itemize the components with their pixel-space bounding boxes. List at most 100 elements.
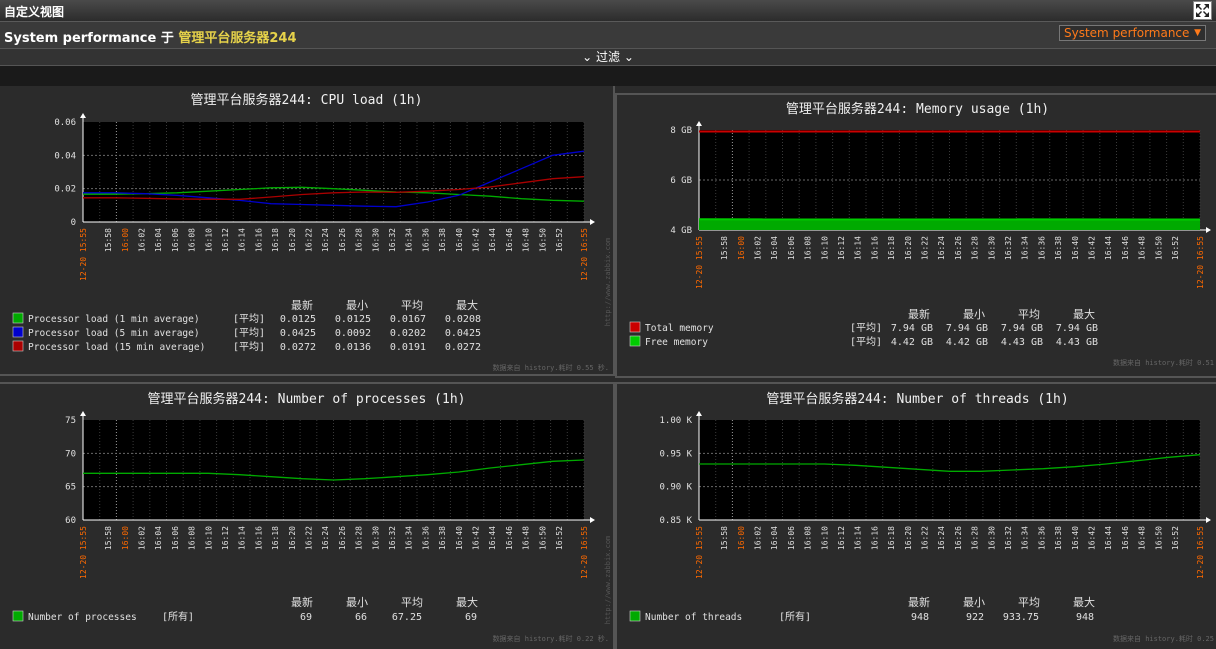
legend-stat-value: 7.94 GB — [1056, 323, 1098, 334]
x-tick-label: 16:14 — [238, 228, 247, 252]
legend-header: 平均 — [401, 299, 423, 312]
x-tick-label: 16:24 — [937, 526, 946, 550]
x-tick-label: 16:14 — [238, 526, 247, 550]
filter-toggle[interactable]: ⌄ 过滤 ⌄ — [0, 49, 1216, 66]
x-tick-label: 16:48 — [522, 228, 531, 252]
graph-number-of-threads: 管理平台服务器244: Number of threads (1h)1.00 K… — [615, 382, 1216, 649]
legend-series-name: Free memory — [645, 337, 708, 348]
legend-header: 最小 — [346, 299, 368, 312]
x-tick-label: 16:12 — [837, 526, 846, 550]
x-tick-label: 16:18 — [887, 236, 896, 260]
legend-stat-value: 4.42 GB — [946, 337, 988, 348]
x-tick-label: 16:08 — [804, 526, 813, 550]
x-tick-label: 16:46 — [505, 526, 514, 550]
x-tick-label: 16:24 — [321, 228, 330, 252]
x-tick-label: 16:34 — [1021, 236, 1030, 260]
y-tick-label: 70 — [65, 449, 76, 459]
y-axis-arrow — [80, 411, 86, 416]
x-tick-start: 12-20 15:55 — [695, 236, 704, 289]
legend-stat-value: 0.0202 — [390, 328, 426, 339]
graph-memory-usage: 管理平台服务器244: Memory usage (1h)8 GB6 GB4 G… — [615, 93, 1216, 378]
screen-select[interactable]: System performance ▼ — [1059, 25, 1206, 41]
graph-footer: 数据来自 history.耗时 0.51 — [1113, 358, 1214, 367]
legend-stat-value: 0.0125 — [280, 314, 316, 325]
x-tick-label: 16:36 — [1037, 236, 1046, 260]
x-tick-label: 16:02 — [137, 526, 146, 550]
x-tick-label: 16:50 — [538, 526, 547, 550]
legend-stat-value: 0.0191 — [390, 342, 426, 353]
x-tick-label: 16:22 — [920, 236, 929, 260]
legend-header: 最新 — [908, 595, 930, 609]
chart-svg: 管理平台服务器244: Number of threads (1h)1.00 K… — [617, 384, 1216, 649]
legend-stat-value: 0.0125 — [335, 314, 371, 325]
x-tick-label: 16:50 — [538, 228, 547, 252]
legend-header: 平均 — [1018, 308, 1040, 321]
legend-stat-value: 7.94 GB — [946, 323, 988, 334]
graph-cpu-load: 管理平台服务器244: CPU load (1h)0.060.040.02012… — [0, 86, 615, 376]
screen-name: System performance — [4, 31, 156, 46]
y-tick-label: 0.02 — [54, 185, 76, 195]
x-tick-label: 16:22 — [920, 526, 929, 550]
x-tick-label: 16:14 — [854, 236, 863, 260]
x-tick-label: 16:04 — [770, 526, 779, 550]
x-tick-label: 16:06 — [171, 526, 180, 550]
x-tick-label: 16:30 — [371, 228, 380, 252]
x-tick-label: 16:40 — [455, 228, 464, 252]
chevron-down-icon: ⌄ — [624, 50, 634, 64]
x-tick-label: 16:20 — [288, 228, 297, 252]
legend-header: 最大 — [456, 595, 478, 609]
x-tick-label: 16:46 — [505, 228, 514, 252]
x-tick-label: 16:52 — [555, 228, 564, 252]
legend-aggregate: [所有] — [779, 610, 811, 623]
x-tick-label: 16:28 — [355, 228, 364, 252]
x-tick-label: 16:22 — [304, 526, 313, 550]
x-tick-label: 16:18 — [271, 228, 280, 252]
legend-series-name: Number of processes — [28, 612, 137, 623]
x-tick-label: 16:12 — [221, 228, 230, 252]
legend-series-name: Number of threads — [645, 612, 742, 623]
x-tick-label: 16:48 — [522, 526, 531, 550]
x-tick-label: 16:32 — [1004, 526, 1013, 550]
chevron-down-icon: ▼ — [1194, 26, 1201, 40]
x-tick-label: 16:16 — [870, 526, 879, 550]
x-axis-arrow — [590, 517, 595, 523]
legend-stat-value: 0.0208 — [445, 314, 481, 325]
x-tick-label: 16:16 — [254, 526, 263, 550]
x-tick-label: 16:24 — [321, 526, 330, 550]
fullscreen-icon[interactable] — [1193, 1, 1212, 20]
x-tick-label: 16:34 — [1021, 526, 1030, 550]
legend-stat-value: 0.0425 — [280, 328, 316, 339]
x-tick-label: 16:26 — [338, 526, 347, 550]
legend-series-name: Processor load (5 min average) — [28, 328, 200, 339]
x-tick-label: 16:20 — [288, 526, 297, 550]
x-tick-label: 16:08 — [804, 236, 813, 260]
filter-label: 过滤 — [596, 50, 620, 64]
x-tick-label: 16:12 — [837, 236, 846, 260]
x-tick-label: 16:26 — [338, 228, 347, 252]
legend-stat-value: 933.75 — [1003, 612, 1039, 623]
x-tick-label: 16:38 — [1054, 526, 1063, 550]
x-tick-label: 16:34 — [405, 526, 414, 550]
legend-header: 最小 — [963, 308, 985, 321]
x-tick-label: 16:28 — [971, 526, 980, 550]
legend-stat-value: 66 — [355, 612, 367, 623]
x-tick-end: 12-20 16:55 — [1196, 236, 1205, 289]
legend-stat-value: 948 — [911, 612, 929, 623]
legend-stat-value: 0.0272 — [280, 342, 316, 353]
chart-svg: 管理平台服务器244: Memory usage (1h)8 GB6 GB4 G… — [617, 95, 1216, 376]
legend-stat-value: 4.43 GB — [1056, 337, 1098, 348]
legend-stat-value: 0.0425 — [445, 328, 481, 339]
chart-title: 管理平台服务器244: Number of threads (1h) — [766, 391, 1068, 407]
legend-aggregate: [所有] — [162, 610, 194, 623]
legend-stat-value: 948 — [1076, 612, 1094, 623]
window-title: 自定义视图 — [4, 3, 64, 20]
x-tick-label: 16:52 — [1171, 236, 1180, 260]
x-tick-label: 16:42 — [1087, 236, 1096, 260]
x-tick-label: 16:04 — [770, 236, 779, 260]
x-axis-arrow — [590, 219, 595, 225]
x-tick-label: 16:28 — [971, 236, 980, 260]
legend-swatch — [630, 336, 640, 346]
x-tick-label: 16:08 — [188, 526, 197, 550]
x-tick-label: 16:12 — [221, 526, 230, 550]
x-tick-label: 16:00 — [737, 236, 746, 260]
